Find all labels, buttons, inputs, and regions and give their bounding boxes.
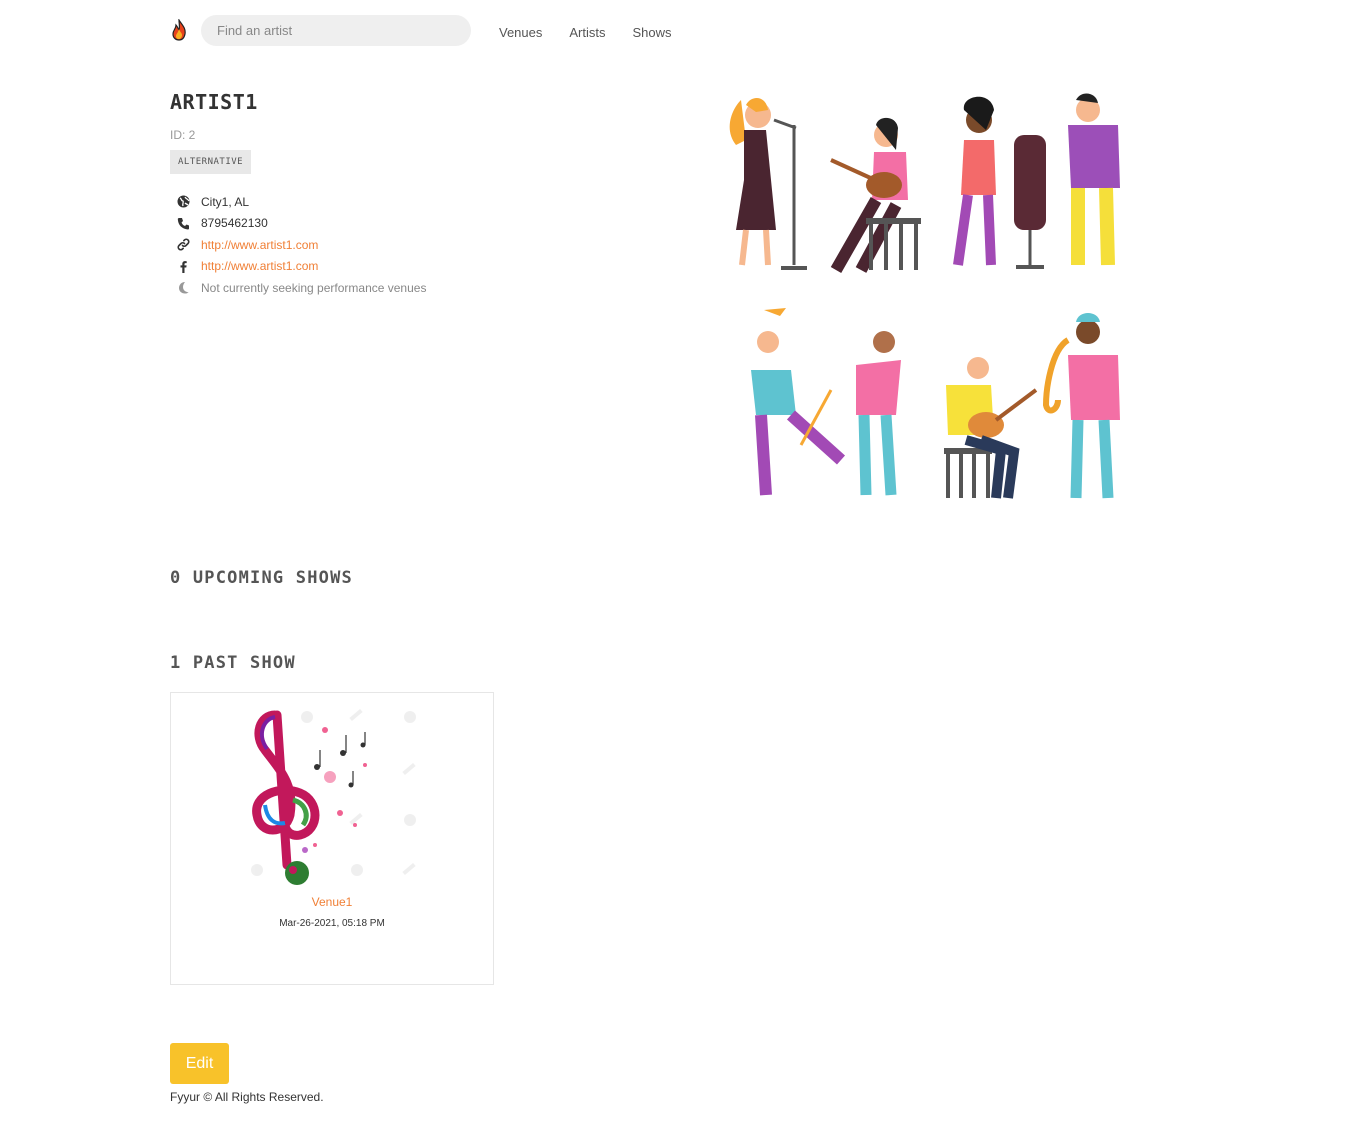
- guitarist-figure: [830, 117, 921, 273]
- globe-icon: [176, 194, 191, 209]
- edit-button[interactable]: Edit: [170, 1043, 229, 1084]
- artist-details: City1, AL 8795462130 http://www.artist1.…: [176, 191, 426, 299]
- genre-badge: ALTERNATIVE: [170, 150, 252, 174]
- top-nav: Venues Artists Shows: [170, 14, 699, 46]
- singer-figure: [729, 98, 807, 270]
- facebook-link[interactable]: http://www.artist1.com: [201, 259, 318, 273]
- search-input[interactable]: [201, 14, 471, 46]
- cane-dancer-figure: [751, 308, 846, 496]
- flame-logo-icon[interactable]: [170, 17, 188, 41]
- man-figure: [1068, 93, 1120, 266]
- artist-name: ARTIST1: [170, 90, 258, 114]
- pink-dancer-figure: [856, 331, 901, 496]
- website-link[interactable]: http://www.artist1.com: [201, 238, 318, 252]
- footer-text: Fyyur © All Rights Reserved.: [170, 1090, 324, 1104]
- past-shows-title: 1 PAST SHOW: [170, 653, 296, 673]
- moon-icon: [176, 280, 191, 295]
- location-row: City1, AL: [176, 191, 426, 213]
- phone-text: 8795462130: [201, 216, 268, 231]
- nav-links: Venues Artists Shows: [499, 25, 699, 40]
- upcoming-shows-title: 0 UPCOMING SHOWS: [170, 568, 353, 588]
- phone-row: 8795462130: [176, 213, 426, 235]
- facebook-row: http://www.artist1.com: [176, 256, 426, 278]
- website-row: http://www.artist1.com: [176, 234, 426, 256]
- artist-image: [696, 70, 1146, 520]
- seeking-text: Not currently seeking performance venues: [201, 280, 427, 295]
- nav-link-shows[interactable]: Shows: [633, 25, 672, 40]
- past-show-card[interactable]: Venue1 Mar-26-2021, 05:18 PM: [170, 692, 494, 985]
- saxophonist-figure: [1042, 313, 1120, 499]
- nav-link-venues[interactable]: Venues: [499, 25, 542, 40]
- venue-link[interactable]: Venue1: [312, 895, 353, 909]
- artist-id: ID: 2: [170, 128, 196, 142]
- dancer-figure: [953, 96, 1046, 269]
- seeking-row: Not currently seeking performance venues: [176, 277, 426, 299]
- venue-image: [245, 705, 421, 885]
- nav-link-artists[interactable]: Artists: [569, 25, 605, 40]
- phone-icon: [176, 216, 191, 231]
- location-text: City1, AL: [201, 194, 250, 209]
- link-icon: [176, 237, 191, 252]
- show-date: Mar-26-2021, 05:18 PM: [279, 918, 385, 929]
- venue-name: Venue1: [171, 895, 493, 909]
- facebook-icon: [176, 259, 191, 274]
- seated-guitarist-figure: [944, 357, 1038, 499]
